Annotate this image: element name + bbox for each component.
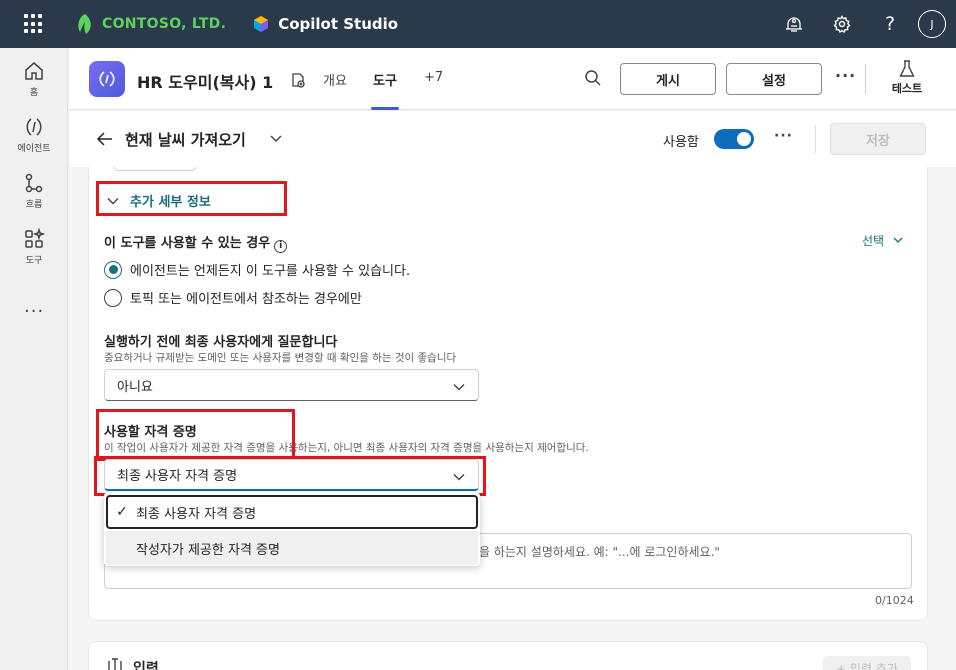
search-icon[interactable]: [584, 69, 602, 87]
save-button[interactable]: 저장: [830, 123, 926, 155]
header-divider: [865, 64, 866, 94]
rail-item-home[interactable]: 홈: [0, 60, 68, 98]
radio-button-checked[interactable]: [104, 260, 122, 279]
company-name: CONTOSO, LTD.: [102, 16, 227, 32]
scrolled-field-edge: [114, 167, 196, 171]
settings-icon[interactable]: [818, 0, 866, 48]
highlight-box-details: [96, 181, 287, 216]
tab-more[interactable]: +7: [424, 70, 443, 85]
rail-item-tools[interactable]: 도구: [0, 228, 68, 266]
tab-overview[interactable]: 개요: [323, 70, 347, 89]
agent-icon: [89, 61, 125, 97]
select-link[interactable]: 선택: [862, 232, 904, 249]
tool-more-icon[interactable]: ···: [774, 128, 793, 144]
input-icon: [108, 658, 122, 670]
ask-user-value: 아니요: [117, 379, 153, 395]
ask-user-dropdown[interactable]: 아니요: [104, 369, 479, 401]
back-arrow-icon[interactable]: [95, 129, 115, 149]
settings-button[interactable]: 설정: [726, 63, 822, 95]
chevron-down-icon[interactable]: [269, 131, 283, 145]
avatar[interactable]: J: [918, 10, 946, 38]
waffle-icon[interactable]: [24, 14, 44, 34]
rail-label-flows: 흐름: [25, 200, 43, 210]
agent-name: HR 도우미(복사) 1: [137, 73, 274, 92]
product-name: Copilot Studio: [278, 15, 399, 33]
highlight-box-credentials-label: [96, 409, 295, 461]
menu-option-maker[interactable]: 작성자가 제공한 자격 증명: [106, 531, 478, 565]
usage-label: 이 도구를 사용할 수 있는 경우 i: [104, 232, 288, 253]
highlight-box-credentials-dropdown: [94, 456, 486, 496]
rail-label-agents: 에이전트: [17, 144, 51, 154]
enabled-label: 사용함: [663, 135, 699, 150]
ask-user-label: 실행하기 전에 최종 사용자에게 질문합니다: [104, 335, 338, 350]
enabled-toggle[interactable]: [714, 129, 754, 149]
rail-item-flows[interactable]: 흐름: [0, 172, 68, 210]
agent-settings-icon[interactable]: [289, 71, 307, 89]
content-area: 현재 날씨 가져오기 사용함 ··· 저장 추가 세부 정보 이 도구를 사용할…: [69, 111, 956, 670]
radio-usage-anytime[interactable]: 에이전트는 언제든지 이 도구를 사용할 수 있습니다.: [104, 260, 410, 279]
top-bar: CONTOSO, LTD. Copilot Studio ? J: [0, 0, 956, 48]
rail-item-agents[interactable]: 에이전트: [0, 116, 68, 154]
inputs-card: [88, 641, 928, 670]
checkmark-icon: ✓: [116, 504, 128, 520]
contoso-logo: [78, 14, 91, 34]
subheader-divider: [815, 125, 816, 153]
tool-subheader: 현재 날씨 가져오기 사용함 ··· 저장: [69, 111, 956, 167]
menu-option-maker-label: 작성자가 제공한 자격 증명: [136, 542, 280, 558]
agents-icon: [26, 118, 42, 136]
inputs-title: 입력: [133, 661, 159, 670]
publish-button[interactable]: 게시: [620, 63, 716, 95]
char-counter: 0/1024: [875, 594, 914, 607]
radio-usage-referenced[interactable]: 토픽 또는 에이전트에서 참조하는 경우에만: [104, 288, 362, 307]
tools-icon: [25, 228, 45, 248]
description-placeholder: 을 하는지 설명하세요. 예: "...에 로그인하세요.": [479, 545, 720, 559]
ask-user-help: 중요하거나 규제받는 도메인 또는 사용자를 변경할 때 확인을 하는 것이 좋…: [104, 352, 457, 364]
add-input-button[interactable]: + 입력 추가: [823, 656, 911, 670]
active-tab-indicator: [371, 107, 399, 110]
agent-header: HR 도우미(복사) 1 개요 도구 +7 게시 설정 ··· 테스트: [69, 48, 956, 110]
tab-tools[interactable]: 도구: [373, 70, 397, 89]
select-link-label: 선택: [862, 234, 885, 248]
test-label: 테스트: [891, 82, 923, 95]
rail-label-home: 홈: [29, 88, 39, 98]
home-icon: [25, 62, 43, 80]
usage-label-text: 이 도구를 사용할 수 있는 경우: [104, 236, 271, 251]
menu-option-end-user-label: 최종 사용자 자격 증명: [136, 506, 257, 522]
menu-option-end-user[interactable]: ✓ 최종 사용자 자격 증명: [106, 495, 478, 529]
radio-label-referenced: 토픽 또는 에이전트에서 참조하는 경우에만: [130, 292, 362, 307]
credentials-menu: ✓ 최종 사용자 자격 증명 작성자가 제공한 자격 증명: [104, 492, 480, 566]
header-more-icon[interactable]: ···: [835, 66, 856, 85]
rail-label-tools: 도구: [25, 256, 43, 266]
left-rail: 홈 에이전트 흐름 도구 ...: [0, 48, 68, 670]
rail-more-icon[interactable]: ...: [24, 296, 44, 317]
copilot-hub-icon[interactable]: [770, 0, 818, 48]
flask-icon: [899, 60, 915, 77]
help-icon[interactable]: ?: [866, 0, 914, 48]
radio-label-anytime: 에이전트는 언제든지 이 도구를 사용할 수 있습니다.: [130, 264, 411, 279]
flow-icon: [25, 173, 43, 193]
copilot-studio-logo: [254, 16, 269, 32]
chevron-down-icon: [893, 237, 903, 243]
radio-button-unchecked[interactable]: [104, 288, 122, 307]
tool-title: 현재 날씨 가져오기: [125, 131, 246, 149]
info-icon[interactable]: i: [274, 240, 288, 253]
chevron-down-icon: [453, 384, 465, 391]
test-button[interactable]: 테스트: [883, 60, 931, 96]
